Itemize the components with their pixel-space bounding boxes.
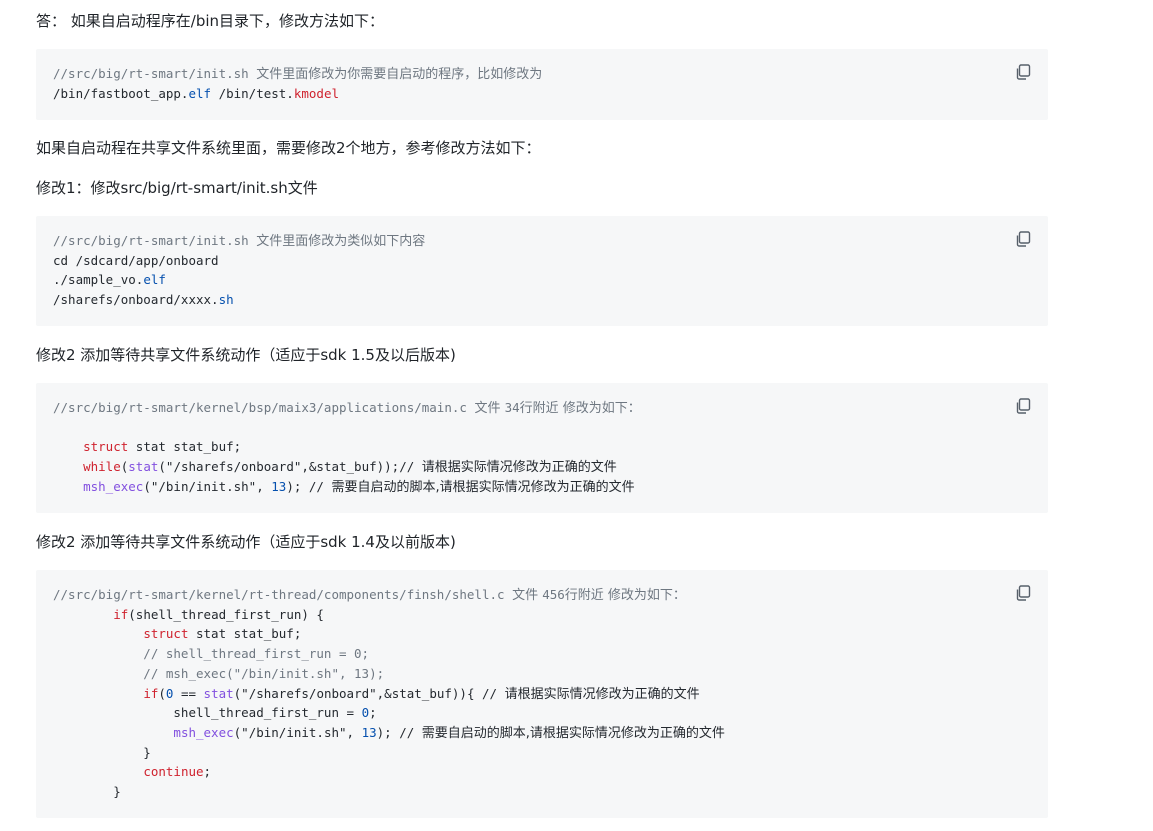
code-line: ./sample_vo.elf [53,270,166,290]
code-block-4: //src/big/rt-smart/kernel/rt-thread/comp… [36,570,1048,818]
code-token: // shell_thread_first_run = 0; [53,646,370,662]
code-token: ./sample_vo. [53,272,144,288]
code-token: msh_exec [173,724,234,740]
code-token: 34 [504,400,520,415]
code-token: if [113,606,129,622]
code-token: 需要自启动的脚本,请根据实际情况修改为正确的文件 [421,725,725,741]
code-line: // msh_exec("/bin/init.sh", 13); [53,664,384,684]
code-token: 文件里面修改为类似如下内容 [256,234,426,249]
code-token: (shell_thread_first_run) { [128,606,324,622]
code-token: 需要自启动的脚本,请根据实际情况修改为正确的文件 [331,479,635,495]
copy-icon[interactable] [1014,63,1032,81]
code-token: 13 [361,724,377,740]
code-token: //src/big/rt-smart/init.sh [53,233,257,248]
code-line: struct stat stat_buf; [53,624,301,644]
code-token: msh_exec [83,478,144,494]
code-token: 文件 [512,588,543,603]
code-token: continue [143,764,204,780]
code-token: elf [143,272,166,288]
code-token: cd /sdcard/app/onboard [53,252,219,268]
code-token: struct [83,439,129,455]
code-token: shell_thread_first_run = [53,705,362,721]
code-token: if [143,685,159,701]
code-token: 行附近 修改为如下： [519,401,641,416]
code-line: msh_exec("/bin/init.sh", 13); // 需要自启动的脚… [53,723,725,743]
copy-icon[interactable] [1014,230,1032,248]
paragraph-shared-fs: 如果自启动程在共享文件系统里面，需要修改2个地方，参考修改方法如下： [36,139,541,157]
code-token: /bin/fastboot_app. [53,85,189,101]
code-token: struct [143,626,189,642]
code-token: 请根据实际情况修改为正确的文件 [421,460,617,476]
answer-intro: 答： 如果自启动程序在/bin目录下，修改方法如下： [36,12,385,30]
code-token: ; [203,764,212,780]
code-token: while [83,459,121,475]
code-token: //src/big/rt-smart/kernel/bsp/maix3/appl… [53,400,475,415]
code-token: 文件里面修改为你需要自启动的程序，比如修改为 [256,67,543,82]
code-token: stat stat_buf; [128,439,242,455]
code-token: 13 [271,478,287,494]
code-token: stat [203,685,234,701]
code-token: 行附近 修改为如下： [564,588,686,603]
code-line: //src/big/rt-smart/init.sh 文件里面修改为类似如下内容 [53,231,425,251]
code-line: //src/big/rt-smart/kernel/rt-thread/comp… [53,585,686,605]
code-line: } [53,782,121,802]
code-token: } [53,784,121,799]
code-token: ); // [286,478,332,494]
code-token: ("/sharefs/onboard",&stat_buf)){ // [233,685,505,701]
code-token: /sharefs/onboard/xxxx. [53,292,219,308]
paragraph-step2-old: 修改2 添加等待共享文件系统动作（适应于sdk 1.4及以前版本) [36,533,456,551]
code-line: cd /sdcard/app/onboard [53,251,219,271]
code-line: msh_exec("/bin/init.sh", 13); // 需要自启动的脚… [53,477,635,497]
code-line: /sharefs/onboard/xxxx.sh [53,290,234,310]
code-token: } [53,744,151,760]
code-token: kmodel [293,85,339,101]
code-token: stat stat_buf; [188,626,302,642]
code-block-3: //src/big/rt-smart/kernel/bsp/maix3/appl… [36,383,1048,513]
code-token: //src/big/rt-smart/kernel/rt-thread/comp… [53,587,513,602]
code-block-2: //src/big/rt-smart/init.sh 文件里面修改为类似如下内容… [36,216,1048,326]
code-line: // shell_thread_first_run = 0; [53,644,369,664]
paragraph-step1: 修改1：修改src/big/rt-smart/init.sh文件 [36,179,318,197]
code-token: /bin/test. [211,85,294,101]
code-token: ); // [376,724,422,740]
code-token: 0 [361,705,370,721]
code-token: elf [188,85,212,101]
copy-icon[interactable] [1014,584,1032,602]
code-block-1: //src/big/rt-smart/init.sh 文件里面修改为你需要自启动… [36,49,1048,120]
code-token: ("/bin/init.sh", [143,478,272,494]
code-token: // msh_exec("/bin/init.sh", 13); [53,665,385,681]
code-token: sh [218,292,234,308]
code-line: //src/big/rt-smart/init.sh 文件里面修改为你需要自启动… [53,64,542,84]
code-token: 文件 [474,401,505,416]
code-line: /bin/fastboot_app.elf /bin/test.kmodel [53,84,339,104]
code-line: continue; [53,762,211,782]
code-token: ; [369,705,377,721]
code-line: //src/big/rt-smart/kernel/bsp/maix3/appl… [53,398,641,418]
paragraph-step2-new: 修改2 添加等待共享文件系统动作（适应于sdk 1.5及以后版本) [36,346,456,364]
code-token: stat [128,459,159,475]
code-token: 456 [542,587,565,602]
code-token: 请根据实际情况修改为正确的文件 [504,686,700,702]
code-line: struct stat stat_buf; [53,437,241,457]
code-line: if(0 == stat("/sharefs/onboard",&stat_bu… [53,684,700,704]
code-line: } [53,743,151,763]
copy-icon[interactable] [1014,397,1032,415]
code-token: == [173,685,204,701]
code-token: ("/bin/init.sh", [233,724,362,740]
code-token: ( [158,685,166,701]
code-token: ("/sharefs/onboard",&stat_buf));// [158,459,422,475]
code-line: shell_thread_first_run = 0; [53,703,377,723]
code-line: while(stat("/sharefs/onboard",&stat_buf)… [53,457,617,477]
code-line: if(shell_thread_first_run) { [53,605,324,625]
code-token: //src/big/rt-smart/init.sh [53,66,257,81]
